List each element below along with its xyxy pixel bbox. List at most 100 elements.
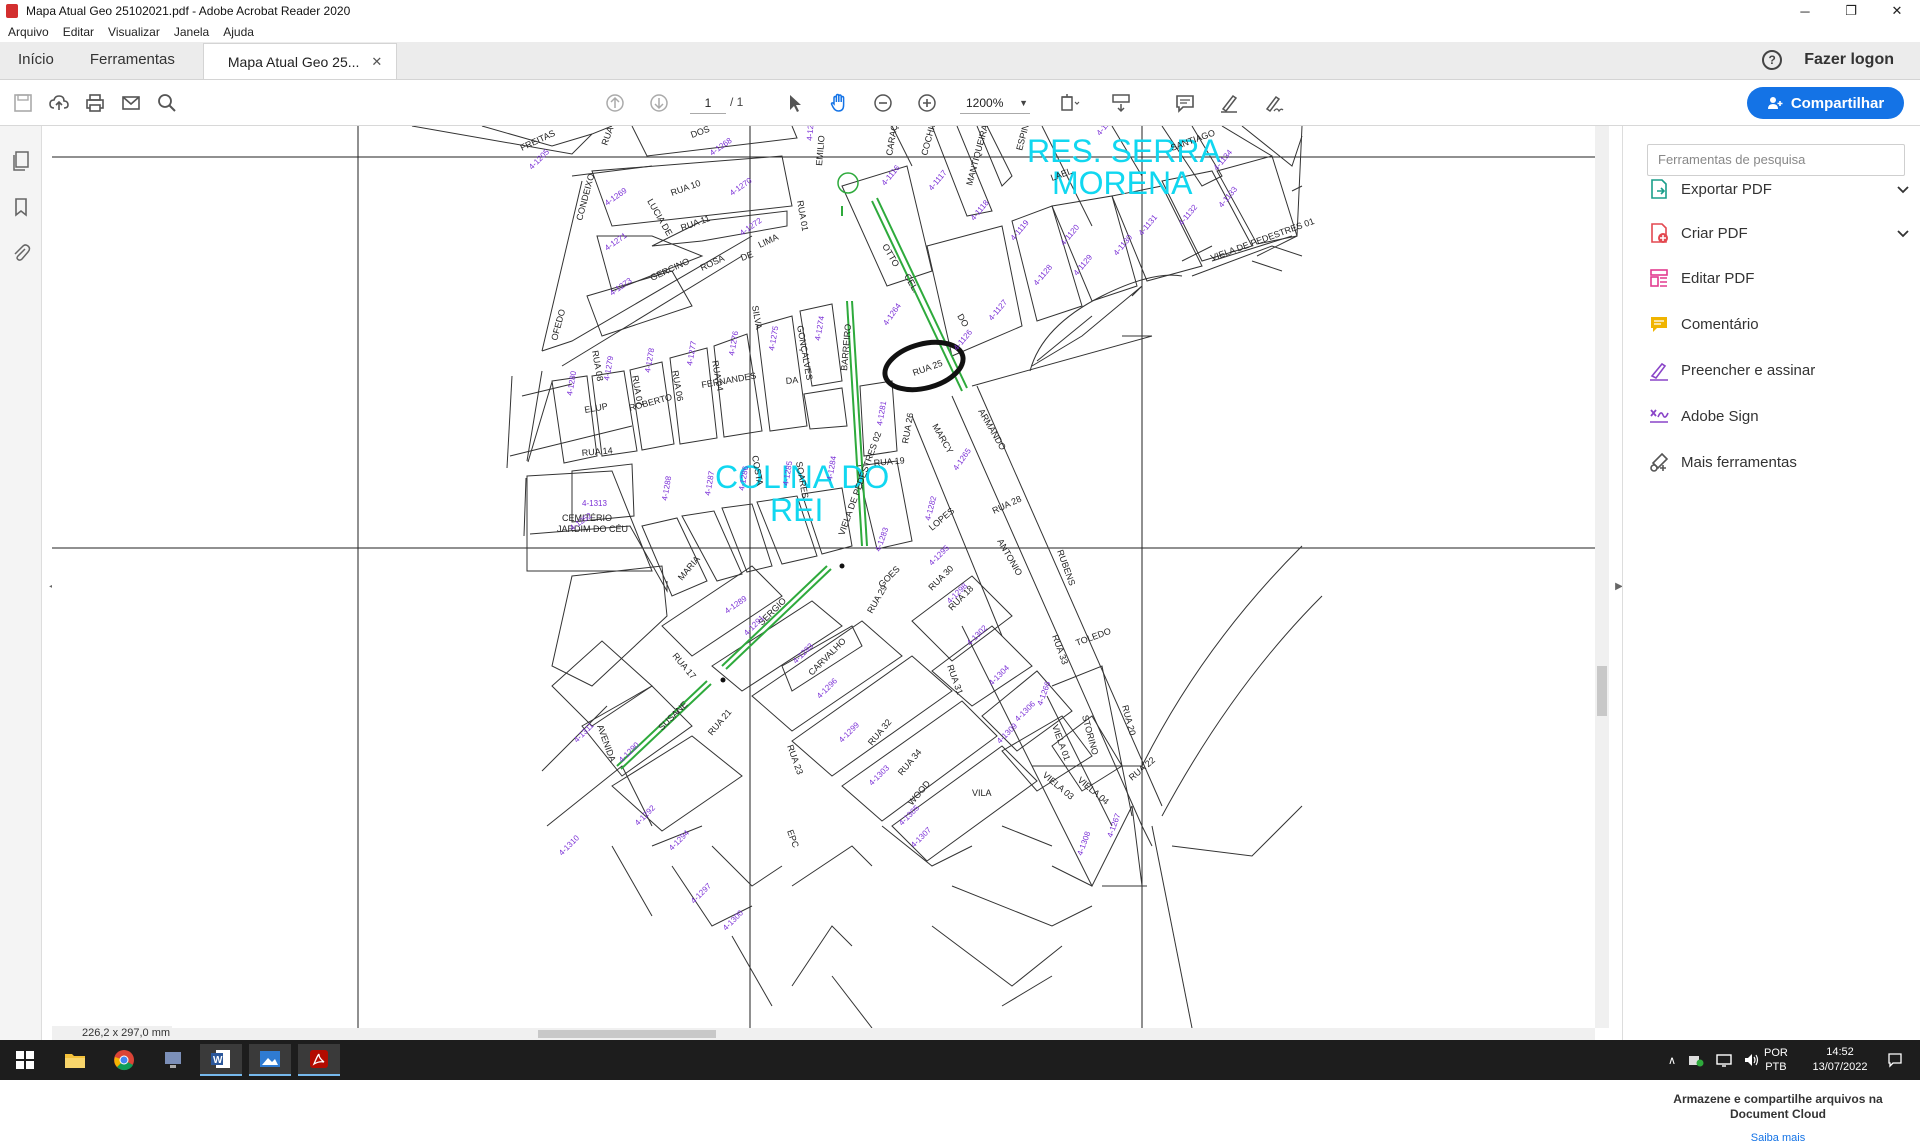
document-cloud-info: Armazene e compartilhe arquivos na Docum…	[1673, 1092, 1883, 1121]
save-icon[interactable]	[8, 88, 38, 118]
svg-text:W: W	[213, 1055, 223, 1066]
bookmark-icon[interactable]	[10, 196, 32, 218]
menu-arquivo[interactable]: Arquivo	[8, 25, 49, 39]
chevron-down-icon[interactable]	[1897, 226, 1909, 241]
find-zoom-icon[interactable]	[152, 88, 182, 118]
street-label: RUA 10	[669, 178, 702, 198]
tool-comment[interactable]: Comentário	[1647, 309, 1909, 339]
clock-date: 13/07/2022	[1812, 1061, 1868, 1073]
help-icon[interactable]: ?	[1762, 50, 1783, 70]
horizontal-scroll-thumb[interactable]	[538, 1030, 716, 1038]
zoom-in-icon[interactable]	[912, 88, 942, 118]
tool-more-tools[interactable]: Mais ferramentas	[1647, 447, 1909, 477]
share-button[interactable]: Compartilhar	[1747, 87, 1904, 119]
chevron-down-icon[interactable]	[1897, 182, 1909, 197]
lot-number-label: 4-1275	[767, 325, 780, 352]
photos-icon[interactable]	[249, 1044, 291, 1076]
security-icon[interactable]	[1688, 1053, 1704, 1067]
street-label: RUA 21	[706, 707, 734, 737]
street-label: DOS	[689, 126, 711, 140]
pdf-document-view[interactable]: RES. SERRA MORENA COLINA DO REI FREITAS R…	[52, 126, 1595, 1028]
tool-edit-pdf[interactable]: Editar PDF	[1647, 263, 1909, 293]
restore-button[interactable]: ❐	[1828, 0, 1874, 22]
street-label: MARCY	[930, 422, 955, 455]
tools-search-input[interactable]: Ferramentas de pesquisa	[1647, 144, 1905, 176]
street-label: OFEDO	[549, 308, 567, 342]
menu-editar[interactable]: Editar	[63, 25, 94, 39]
notifications-icon[interactable]	[1880, 1040, 1910, 1080]
menu-janela[interactable]: Janela	[174, 25, 209, 39]
learn-more-link[interactable]: Saiba mais	[1647, 1132, 1909, 1144]
tool-fill-sign[interactable]: Preencher e assinar	[1647, 355, 1909, 385]
page-total: / 1	[730, 95, 744, 109]
lot-number-label: 4-1306	[1013, 699, 1037, 723]
highlight-pen-icon[interactable]	[1214, 88, 1244, 118]
more-tools-icon	[1647, 450, 1671, 474]
chevron-up-icon[interactable]: ∧	[1668, 1054, 1676, 1067]
windows-taskbar: W ∧ POR PTB 14:52 13/07/2022	[0, 1040, 1920, 1080]
zoom-out-icon[interactable]	[868, 88, 898, 118]
street-label: RUA 20	[1120, 704, 1138, 737]
tool-label: Criar PDF	[1681, 224, 1748, 242]
word-icon[interactable]: W	[200, 1044, 242, 1076]
neighborhood-serra-line2: MORENA	[1052, 165, 1193, 201]
vertical-scrollbar[interactable]	[1595, 126, 1609, 1028]
lot-number-label: 4-1263	[805, 126, 816, 141]
hand-tool-icon[interactable]	[824, 88, 854, 118]
clock[interactable]: 14:52 13/07/2022	[1800, 1040, 1880, 1080]
page-fit-icon[interactable]	[1054, 88, 1084, 118]
lot-number-label: 4-1116	[880, 163, 902, 187]
page-number-input[interactable]: 1	[690, 92, 726, 114]
tool-label: Comentário	[1681, 315, 1759, 333]
zoom-level-select[interactable]: 1200% ▼	[960, 92, 1030, 114]
street-label: RUA 29	[865, 583, 889, 615]
previous-page-icon[interactable]	[600, 88, 630, 118]
tool-label: Adobe Sign	[1681, 407, 1759, 425]
acrobat-taskbar-icon[interactable]	[298, 1044, 340, 1076]
tab-document[interactable]: Mapa Atual Geo 25... ✕	[202, 43, 398, 80]
email-icon[interactable]	[116, 88, 146, 118]
lot-number-label: 4-1307	[909, 825, 933, 849]
menu-ajuda[interactable]: Ajuda	[223, 25, 254, 39]
street-label: EMILIO	[814, 135, 827, 166]
lot-number-label: 4-1281	[875, 400, 888, 427]
tab-close-icon[interactable]: ✕	[371, 44, 382, 80]
lot-number-label: 4-1120	[1059, 222, 1082, 247]
chrome-icon[interactable]	[103, 1044, 145, 1076]
remote-desktop-icon[interactable]	[152, 1044, 194, 1076]
comment-tool-icon[interactable]	[1170, 88, 1200, 118]
attachment-icon[interactable]	[10, 242, 32, 264]
tab-home[interactable]: Início	[0, 41, 72, 79]
lot-number-label: 4-1278	[643, 347, 656, 374]
minimize-button[interactable]: ─	[1782, 0, 1828, 22]
windows-start-icon[interactable]	[4, 1044, 46, 1076]
tab-tools[interactable]: Ferramentas	[72, 41, 193, 79]
menu-visualizar[interactable]: Visualizar	[108, 25, 160, 39]
next-page-icon[interactable]	[644, 88, 674, 118]
tool-adobe-sign[interactable]: Adobe Sign	[1647, 401, 1909, 431]
tool-create-pdf[interactable]: Criar PDF	[1647, 218, 1909, 248]
street-label: RUA	[599, 126, 615, 147]
login-button[interactable]: Fazer logon	[1804, 51, 1894, 69]
street-label: RUA 34	[896, 747, 924, 777]
language-indicator[interactable]: POR PTB	[1764, 1040, 1788, 1080]
vertical-scroll-thumb[interactable]	[1597, 666, 1607, 716]
street-label: LIMA	[757, 232, 780, 250]
lot-number-label: 4-1276	[727, 330, 740, 357]
print-icon[interactable]	[80, 88, 110, 118]
street-label: VIELA 04	[1076, 775, 1111, 807]
file-explorer-icon[interactable]	[54, 1044, 96, 1076]
network-icon[interactable]	[1716, 1053, 1732, 1067]
volume-icon[interactable]	[1744, 1053, 1760, 1067]
select-cursor-icon[interactable]	[780, 88, 810, 118]
sign-icon[interactable]	[1258, 88, 1288, 118]
tool-export-pdf[interactable]: Exportar PDF	[1647, 174, 1909, 204]
lot-number-label: 4-1132	[1177, 202, 1200, 227]
cloud-upload-icon[interactable]	[44, 88, 74, 118]
horizontal-scrollbar[interactable]	[52, 1028, 1595, 1040]
close-button[interactable]: ✕	[1874, 0, 1920, 22]
street-label: AVENIDA	[595, 723, 618, 763]
page-thumbnails-icon[interactable]	[10, 150, 32, 172]
street-label: VIELA 01	[1050, 723, 1072, 762]
scroll-mode-icon[interactable]	[1106, 88, 1136, 118]
